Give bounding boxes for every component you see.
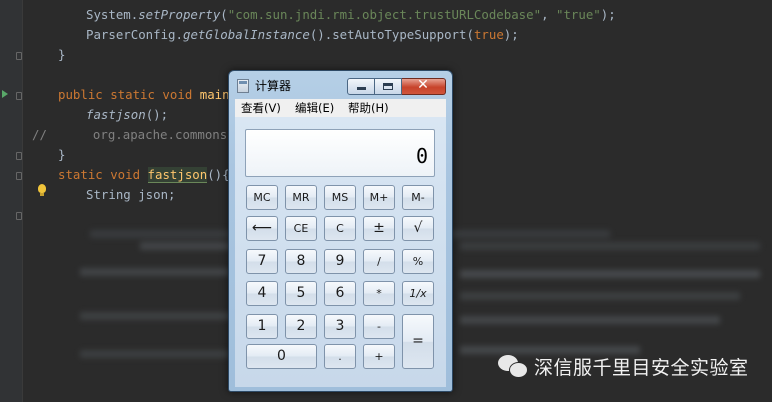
code-method: fastjson <box>86 107 146 122</box>
menu-edit[interactable]: 编辑(E) <box>295 100 334 116</box>
code-text: (); <box>145 107 169 122</box>
editor-gutter <box>0 0 23 402</box>
calculator-window[interactable]: 计算器 ✕ 查看(V) 编辑(E) 帮助(H) 0 MC MR MS M+ M-… <box>228 70 453 392</box>
code-line-5: fastjson(); <box>86 106 168 124</box>
code-line-2: ParserConfig.getGlobalInstance().setAuto… <box>86 26 519 44</box>
code-method: setProperty <box>138 7 221 22</box>
decimal-button[interactable]: . <box>324 344 356 369</box>
clear-button[interactable]: C <box>324 216 356 241</box>
lightbulb-icon[interactable] <box>36 184 48 198</box>
watermark-text: 深信服千里目安全实验室 <box>534 356 749 379</box>
close-button[interactable]: ✕ <box>402 77 446 95</box>
code-text: ParserConfig. <box>86 27 183 42</box>
code-comment: org.apache.commons <box>92 127 228 142</box>
mr-button[interactable]: MR <box>285 185 317 210</box>
digit-9-button[interactable]: 9 <box>324 249 356 274</box>
code-string: "com.sun.jndi.rmi.object.trustURLCodebas… <box>227 7 542 22</box>
watermark: 深信服千里目安全实验室 <box>498 344 749 388</box>
code-line-9: String json; <box>86 187 176 202</box>
code-method: getGlobalInstance <box>182 27 310 42</box>
code-comment: // <box>32 127 47 142</box>
multiply-button[interactable]: * <box>363 281 395 306</box>
code-line-3: } <box>58 47 66 62</box>
minimize-button[interactable] <box>347 78 375 95</box>
digit-4-button[interactable]: 4 <box>246 281 278 306</box>
fold-marker[interactable] <box>16 152 22 160</box>
code-text: , <box>541 7 556 22</box>
code-line-1: System.setProperty("com.sun.jndi.rmi.obj… <box>86 7 616 22</box>
code-keyword: true <box>473 27 504 42</box>
code-text: ); <box>503 27 519 42</box>
backspace-button[interactable]: ⟵ <box>246 216 278 241</box>
add-button[interactable]: + <box>363 344 395 369</box>
code-method-highlighted[interactable]: fastjson <box>147 167 208 183</box>
code-line-4: public static void main( <box>58 86 237 104</box>
fold-marker[interactable] <box>16 92 22 100</box>
code-keyword: public static void <box>58 87 200 102</box>
code-text: ().setAutoTypeSupport( <box>309 27 474 42</box>
menu-view[interactable]: 查看(V) <box>241 100 281 116</box>
menu-bar: 查看(V) 编辑(E) 帮助(H) <box>235 99 446 118</box>
fold-marker[interactable] <box>16 172 22 180</box>
plus-minus-button[interactable]: ± <box>363 216 395 241</box>
code-line-8: static void fastjson(){ <box>58 166 230 184</box>
code-string: "true" <box>555 7 601 22</box>
fold-marker[interactable] <box>16 52 22 60</box>
digit-6-button[interactable]: 6 <box>324 281 356 306</box>
code-line-7: } <box>58 147 66 162</box>
digit-2-button[interactable]: 2 <box>285 314 317 339</box>
ce-button[interactable]: CE <box>285 216 317 241</box>
digit-3-button[interactable]: 3 <box>324 314 356 339</box>
calculator-display: 0 <box>245 129 435 177</box>
wechat-icon <box>498 353 528 379</box>
close-icon: ✕ <box>417 77 429 93</box>
fold-marker[interactable] <box>16 212 22 220</box>
code-text: (){ <box>207 167 230 182</box>
window-titlebar[interactable]: 计算器 ✕ <box>229 71 452 99</box>
code-line-6: // org.apache.commons <box>32 126 227 144</box>
menu-help[interactable]: 帮助(H) <box>348 100 389 116</box>
calculator-app-icon <box>237 79 249 93</box>
display-value: 0 <box>415 144 428 168</box>
run-gutter-icon[interactable] <box>2 90 8 98</box>
equals-button[interactable]: = <box>402 314 434 369</box>
m-plus-button[interactable]: M+ <box>363 185 395 210</box>
percent-button[interactable]: % <box>402 249 434 274</box>
m-minus-button[interactable]: M- <box>402 185 434 210</box>
ms-button[interactable]: MS <box>324 185 356 210</box>
code-text: System. <box>86 7 139 22</box>
divide-button[interactable]: / <box>363 249 395 274</box>
calculator-body: 0 MC MR MS M+ M- ⟵ CE C ± √ 7 8 9 / % 4 … <box>235 117 446 387</box>
maximize-button[interactable] <box>375 78 402 95</box>
minimize-icon <box>357 87 366 90</box>
digit-7-button[interactable]: 7 <box>246 249 278 274</box>
digit-8-button[interactable]: 8 <box>285 249 317 274</box>
mc-button[interactable]: MC <box>246 185 278 210</box>
sqrt-button[interactable]: √ <box>402 216 434 241</box>
code-text: ); <box>600 7 616 22</box>
code-keyword: static void <box>58 167 148 182</box>
window-title: 计算器 <box>255 79 292 93</box>
digit-0-button[interactable]: 0 <box>246 344 317 369</box>
subtract-button[interactable]: - <box>363 314 395 339</box>
reciprocal-button[interactable]: 1/x <box>402 281 434 306</box>
maximize-icon <box>383 83 393 90</box>
digit-1-button[interactable]: 1 <box>246 314 278 339</box>
digit-5-button[interactable]: 5 <box>285 281 317 306</box>
